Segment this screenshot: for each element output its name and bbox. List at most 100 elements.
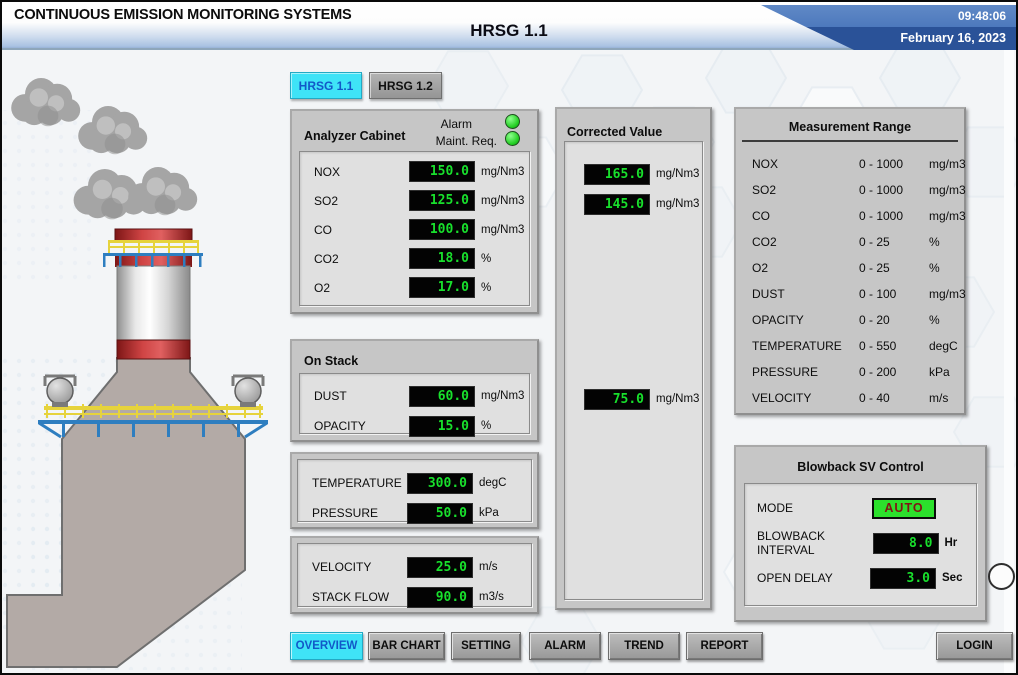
panel-title: Analyzer Cabinet (304, 129, 405, 143)
measurement-range-panel: Measurement Range NOX 0 - 1000 mg/m3 SO2… (734, 107, 966, 415)
unit-label: mg/m3 (929, 209, 966, 223)
param-label: TEMPERATURE (312, 476, 407, 490)
clock-block: 09:48:06 February 16, 2023 (751, 5, 1016, 50)
nav-bar-chart-button[interactable]: BAR CHART (368, 632, 445, 660)
nav-trend-button[interactable]: TREND (608, 632, 680, 660)
value-display: 90.0 (407, 587, 473, 608)
unit-label: mg/m3 (929, 287, 966, 301)
title-divider (742, 140, 958, 142)
value-display: 165.0 (584, 164, 650, 185)
range-value: 0 - 25 (859, 261, 929, 275)
login-button[interactable]: LOGIN (936, 632, 1013, 660)
tab-hrsg-1-2[interactable]: HRSG 1.2 (369, 72, 442, 99)
analyzer-cabinet-panel: Analyzer Cabinet Alarm Maint. Req. NOX 1… (290, 109, 539, 314)
range-row: TEMPERATURE 0 - 550 degC (752, 333, 960, 359)
range-row: PRESSURE 0 - 200 kPa (752, 359, 960, 385)
unit-label: % (481, 282, 491, 294)
range-row: CO 0 - 1000 mg/m3 (752, 203, 960, 229)
corrected-row-so2: 145.0 mg/Nm3 (584, 192, 699, 216)
alarm-indicator-icon (505, 114, 520, 129)
value-display: 300.0 (407, 473, 473, 494)
comm-status-circle-icon (988, 563, 1015, 590)
range-row: VELOCITY 0 - 40 m/s (752, 385, 960, 411)
value-display: 150.0 (409, 161, 475, 182)
analyzer-row-co2: CO2 18.0 % (300, 244, 529, 273)
nav-setting-button[interactable]: SETTING (451, 632, 521, 660)
nav-overview-button[interactable]: OVERVIEW (290, 632, 363, 660)
corrected-row-dust: 75.0 mg/Nm3 (584, 387, 699, 411)
param-label: VELOCITY (312, 560, 407, 574)
unit-label: mg/Nm3 (481, 390, 524, 402)
range-value: 0 - 200 (859, 365, 929, 379)
range-row: DUST 0 - 100 mg/m3 (752, 281, 960, 307)
row-temperature: TEMPERATURE 300.0 degC (298, 468, 531, 498)
param-label: SO2 (314, 194, 409, 208)
panel-title: Corrected Value (567, 125, 662, 139)
onstack-row-opacity: OPACITY 15.0 % (300, 411, 529, 441)
value-display: 17.0 (409, 277, 475, 298)
range-row: CO2 0 - 25 % (752, 229, 960, 255)
corrected-values-group: 165.0 mg/Nm3 145.0 mg/Nm3 75.0 mg/Nm3 (564, 141, 703, 600)
param-label: STACK FLOW (312, 590, 407, 604)
analyzer-row-o2: O2 17.0 % (300, 273, 529, 302)
unit-label: % (481, 253, 491, 265)
param-label: TEMPERATURE (752, 339, 859, 353)
value-display: 50.0 (407, 503, 473, 524)
value-display: 100.0 (409, 219, 475, 240)
range-row: NOX 0 - 1000 mg/m3 (752, 151, 960, 177)
blowback-interval-setpoint[interactable]: 8.0 (873, 533, 939, 554)
range-value: 0 - 1000 (859, 183, 929, 197)
param-label: DUST (752, 287, 859, 301)
param-label: MODE (757, 501, 872, 515)
param-label: VELOCITY (752, 391, 859, 405)
unit-label: % (929, 235, 940, 249)
clock-time: 09:48:06 (751, 5, 1016, 27)
value-display: 125.0 (409, 190, 475, 211)
unit-label: Hr (945, 537, 967, 549)
open-delay-setpoint[interactable]: 3.0 (870, 568, 936, 589)
param-label: PRESSURE (312, 506, 407, 520)
param-label: NOX (752, 157, 859, 171)
blowback-sv-control-panel: Blowback SV Control MODE AUTO BLOWBACK I… (734, 445, 987, 622)
mode-auto-button[interactable]: AUTO (872, 498, 936, 519)
tab-hrsg-1-1[interactable]: HRSG 1.1 (290, 72, 362, 99)
row-open-delay: OPEN DELAY 3.0 Sec (757, 566, 966, 590)
unit-label: mg/Nm3 (656, 393, 699, 405)
unit-label: Sec (942, 572, 966, 584)
maint-req-label: Maint. Req. (436, 134, 497, 148)
nav-report-button[interactable]: REPORT (686, 632, 763, 660)
range-value: 0 - 20 (859, 313, 929, 327)
range-value: 0 - 1000 (859, 157, 929, 171)
param-label: OPEN DELAY (757, 571, 870, 585)
unit-label: % (481, 420, 491, 432)
unit-label: mg/Nm3 (481, 166, 524, 178)
unit-label: kPa (479, 507, 499, 519)
row-pressure: PRESSURE 50.0 kPa (298, 498, 531, 528)
page-title: HRSG 1.1 (470, 21, 547, 41)
panel-title: Blowback SV Control (736, 460, 985, 474)
range-value: 0 - 550 (859, 339, 929, 353)
unit-label: degC (479, 477, 507, 489)
param-label: PRESSURE (752, 365, 859, 379)
param-label: SO2 (752, 183, 859, 197)
unit-label: mg/m3 (929, 157, 966, 171)
value-display: 25.0 (407, 557, 473, 578)
unit-label: degC (929, 339, 958, 353)
panel-title: Measurement Range (736, 120, 964, 134)
clock-date: February 16, 2023 (751, 27, 1016, 50)
unit-label: % (929, 313, 940, 327)
param-label: NOX (314, 165, 409, 179)
velocity-flow-panel: VELOCITY 25.0 m/s STACK FLOW 90.0 m3/s (290, 536, 539, 614)
value-display: 18.0 (409, 248, 475, 269)
analyzer-row-nox: NOX 150.0 mg/Nm3 (300, 157, 529, 186)
param-label: CO2 (314, 252, 409, 266)
param-label: CO (752, 209, 859, 223)
unit-label: mg/Nm3 (481, 195, 524, 207)
value-display: 75.0 (584, 389, 650, 410)
on-stack-values-group: DUST 60.0 mg/Nm3 OPACITY 15.0 % (299, 373, 530, 434)
nav-alarm-button[interactable]: ALARM (529, 632, 601, 660)
onstack-row-dust: DUST 60.0 mg/Nm3 (300, 381, 529, 411)
maint-req-indicator-icon (505, 131, 520, 146)
range-row: OPACITY 0 - 20 % (752, 307, 960, 333)
value-display: 145.0 (584, 194, 650, 215)
